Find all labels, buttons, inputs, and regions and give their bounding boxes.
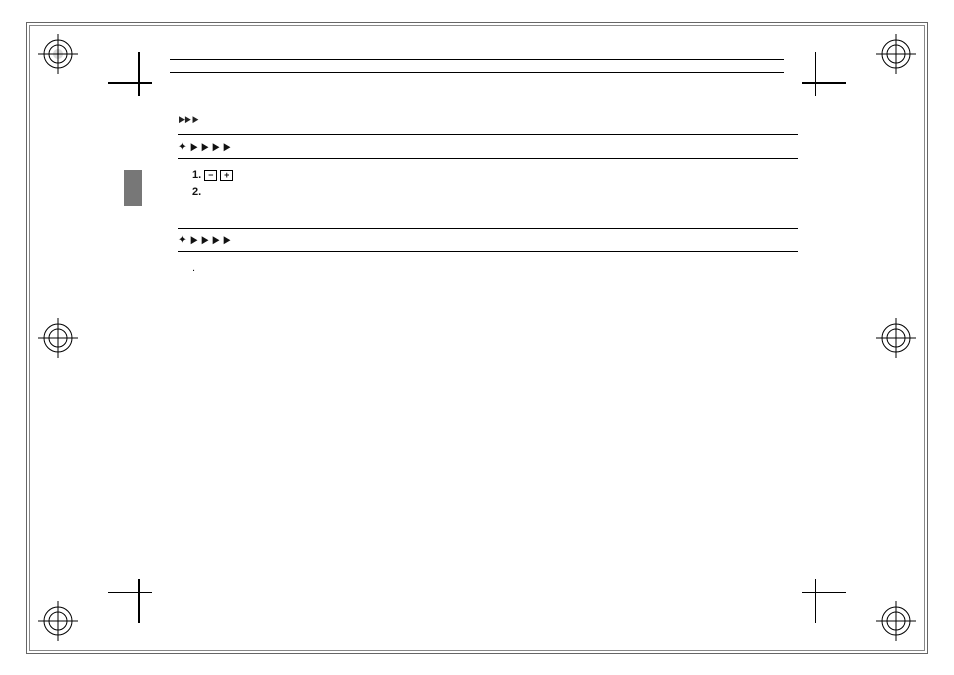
plus-icon: + — [220, 170, 233, 181]
section-title-resetting — [178, 225, 798, 229]
triangle-icon: ▶ — [212, 141, 219, 153]
info-icon: ✦ — [178, 141, 190, 153]
breadcrumb: ▶▶▶ — [178, 114, 798, 125]
registration-mark-icon — [38, 318, 78, 358]
triangle-icon: ▶ — [201, 141, 208, 153]
imposition-header — [170, 55, 784, 73]
info-icon: ✦ — [178, 234, 190, 246]
crop-mark-icon — [786, 563, 846, 623]
registration-mark-icon — [876, 318, 916, 358]
section-title-adjust-time — [178, 131, 798, 135]
registration-mark-icon — [38, 34, 78, 74]
triangle-icon: ▶ — [192, 114, 198, 125]
page-content: ▶▶▶ ✦ ▶ ▶ ▶ ▶ 1. − + 2. ✦ ▶ — [178, 114, 798, 277]
triangle-icon: ▶ — [212, 234, 219, 246]
triangle-icon: ▶▶ — [179, 114, 191, 125]
nav-path: ✦ ▶ ▶ ▶ ▶ — [178, 231, 798, 252]
nav-path: ✦ ▶ ▶ ▶ ▶ — [178, 138, 798, 159]
registration-mark-icon — [876, 34, 916, 74]
triangle-icon: ▶ — [223, 234, 230, 246]
crop-mark-icon — [108, 52, 168, 112]
triangle-icon: ▶ — [223, 141, 230, 153]
triangle-icon: ▶ — [190, 141, 197, 153]
crop-mark-icon — [786, 52, 846, 112]
triangle-icon: ▶ — [201, 234, 208, 246]
triangle-icon: ▶ — [190, 234, 197, 246]
minus-icon: − — [204, 170, 217, 181]
crop-mark-icon — [108, 563, 168, 623]
step-list: . — [192, 260, 195, 277]
registration-mark-icon — [38, 601, 78, 641]
step-list: 1. − + 2. — [192, 167, 233, 201]
registration-mark-icon — [876, 601, 916, 641]
chapter-tab — [124, 170, 142, 206]
